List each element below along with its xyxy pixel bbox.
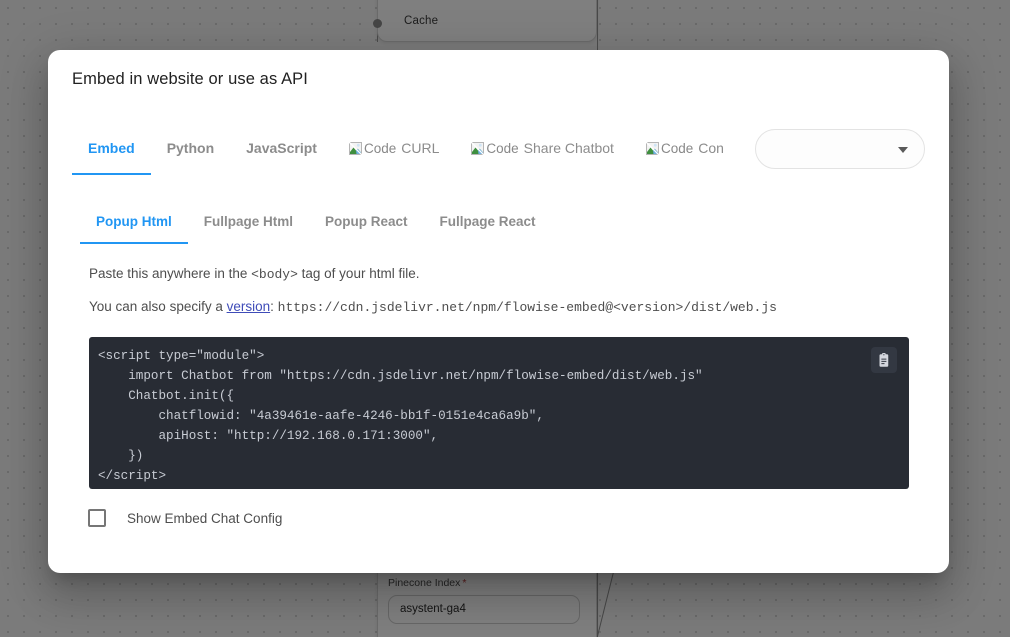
code-icon-alt-text: Code — [363, 140, 397, 156]
code-icon-alt-text: Code — [660, 140, 694, 156]
tab-share-chatbot-label: Share Chatbot — [523, 140, 614, 156]
tab-popup-html[interactable]: Popup Html — [80, 200, 188, 244]
version-instruction-suffix: : — [270, 299, 278, 314]
copy-to-clipboard-button[interactable] — [871, 347, 897, 373]
clipboard-icon — [879, 352, 888, 367]
version-link[interactable]: version — [227, 299, 271, 314]
tab-configuration-label: Con — [698, 140, 724, 156]
code-icon: Code — [348, 140, 397, 156]
tab-fullpage-html[interactable]: Fullpage Html — [188, 200, 309, 244]
version-url: https://cdn.jsdelivr.net/npm/flowise-emb… — [277, 300, 777, 315]
config-select[interactable] — [755, 129, 925, 169]
tab-fullpage-react[interactable]: Fullpage React — [424, 200, 552, 244]
code-icon: Code — [645, 140, 694, 156]
tab-javascript[interactable]: JavaScript — [230, 121, 333, 175]
tab-popup-react[interactable]: Popup React — [309, 200, 424, 244]
show-embed-chat-config-checkbox[interactable] — [88, 509, 106, 527]
version-instruction: You can also specify a version: https://… — [89, 299, 777, 315]
tab-javascript-label: JavaScript — [246, 140, 317, 156]
code-snippet-text: <script type="module"> import Chatbot fr… — [98, 349, 703, 483]
embed-dialog: Embed in website or use as API Embed Pyt… — [48, 50, 949, 573]
tab-python-label: Python — [166, 140, 215, 156]
paste-instruction-prefix: Paste this anywhere in the — [89, 266, 252, 281]
tab-popup-react-label: Popup React — [325, 214, 408, 229]
tab-embed[interactable]: Embed — [72, 121, 151, 175]
tab-fullpage-html-label: Fullpage Html — [203, 214, 294, 229]
code-snippet-block: <script type="module"> import Chatbot fr… — [89, 337, 909, 489]
dialog-title: Embed in website or use as API — [72, 70, 308, 88]
tab-python[interactable]: Python — [151, 121, 230, 175]
paste-instruction-suffix: tag of your html file. — [297, 266, 420, 281]
show-embed-chat-config-row[interactable]: Show Embed Chat Config — [88, 500, 282, 536]
code-icon: Code — [471, 140, 519, 156]
code-icon-alt-text: Code — [486, 140, 519, 156]
tab-fullpage-react-label: Fullpage React — [439, 214, 536, 229]
tab-curl[interactable]: Code CURL — [333, 121, 455, 175]
chevron-down-icon — [898, 147, 908, 153]
paste-instruction: Paste this anywhere in the <body> tag of… — [89, 266, 419, 282]
tab-embed-label: Embed — [88, 140, 135, 156]
version-instruction-prefix: You can also specify a — [89, 299, 227, 314]
paste-instruction-code: <body> — [251, 267, 298, 282]
tab-popup-html-label: Popup Html — [96, 214, 172, 229]
show-embed-chat-config-label: Show Embed Chat Config — [127, 510, 283, 526]
tab-configuration[interactable]: Code Con — [630, 121, 740, 175]
tab-curl-label: CURL — [401, 140, 440, 156]
tab-share-chatbot[interactable]: Code Share Chatbot — [455, 121, 630, 175]
secondary-tab-list: Popup Html Fullpage Html Popup React Ful… — [80, 200, 552, 244]
